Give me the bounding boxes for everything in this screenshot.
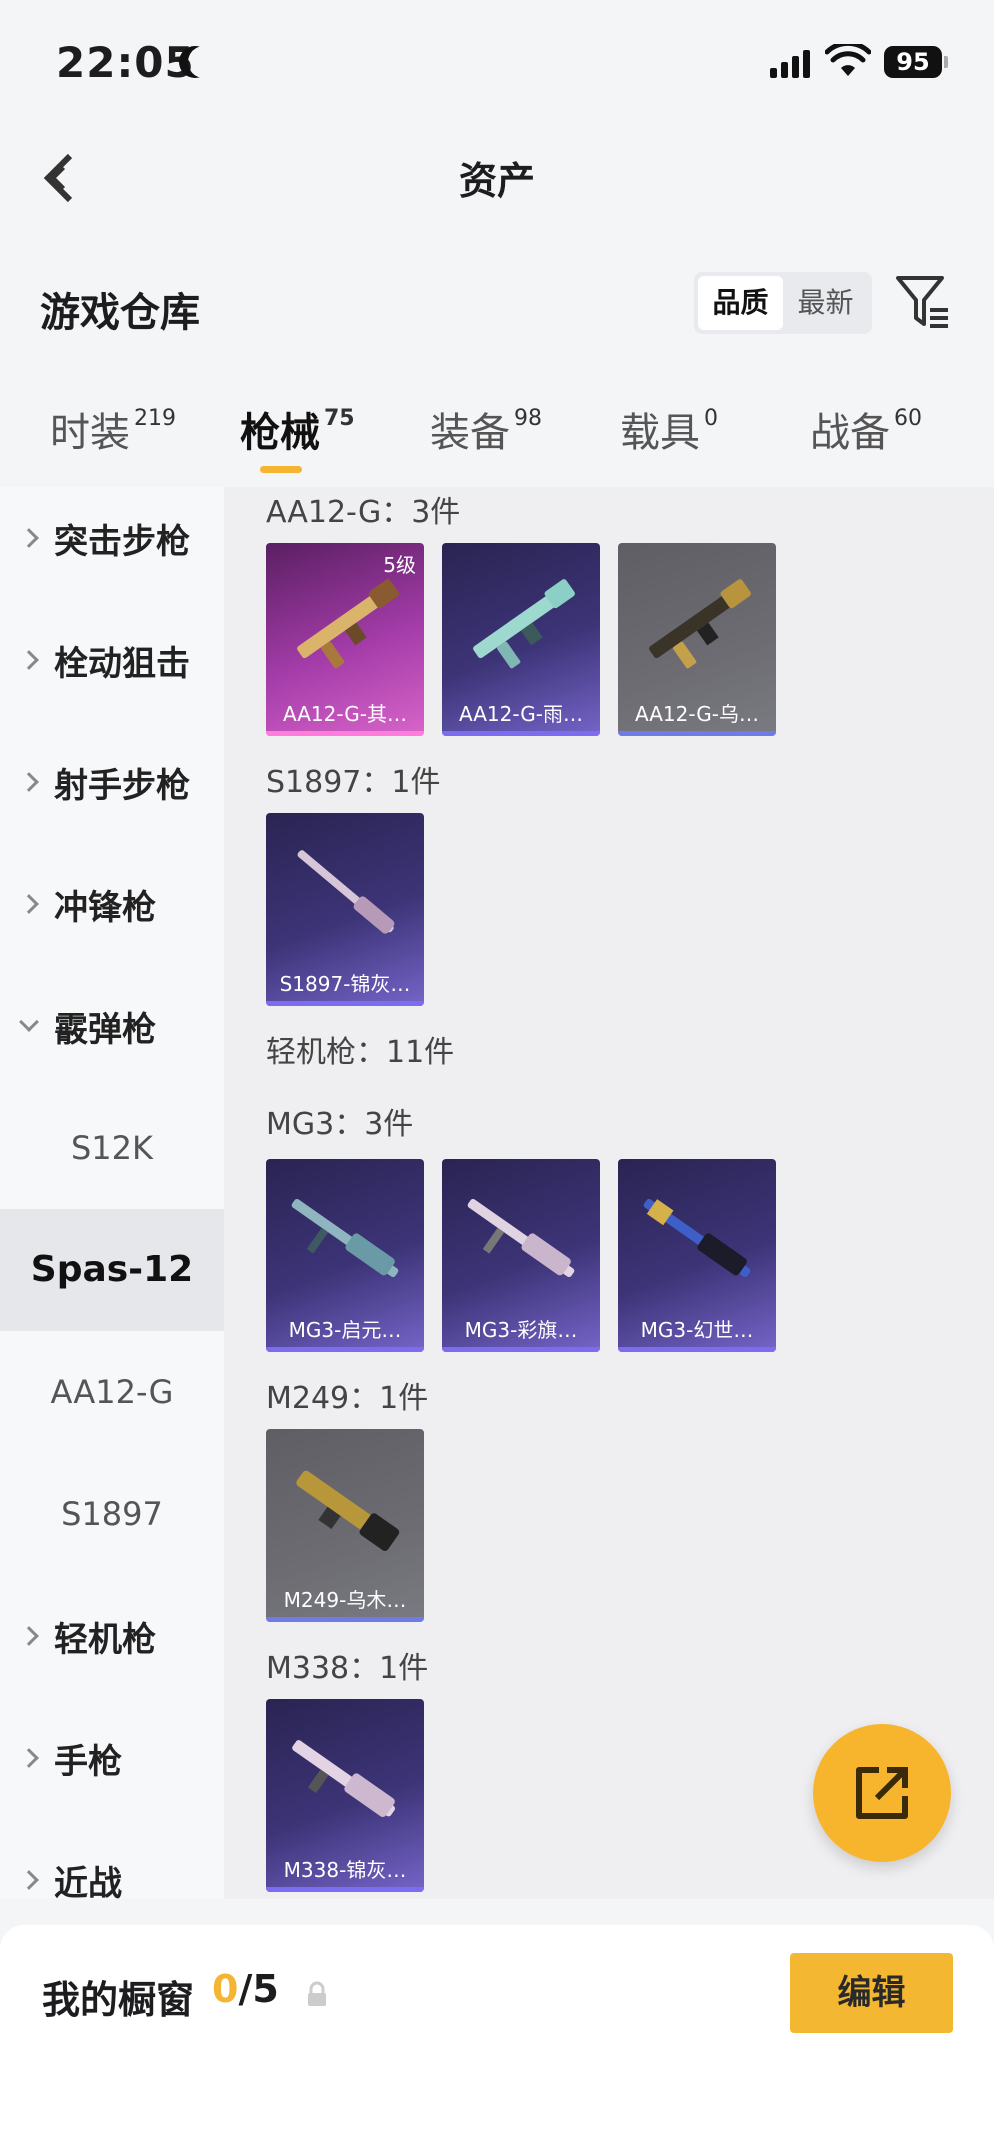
shotgun-skin-icon [297, 579, 399, 669]
battery-tip [944, 56, 948, 68]
sidebar-sub-spas12[interactable]: Spas-12 [0, 1209, 224, 1331]
machine-gun-skin-icon [467, 1198, 575, 1278]
chevron-right-icon [19, 894, 39, 914]
moon-icon [188, 46, 220, 78]
lock-icon [308, 1981, 326, 2006]
sidebar-item-shotgun[interactable]: 霰弹枪 [0, 965, 224, 1087]
chevron-right-icon [19, 528, 39, 548]
sidebar-item-lmg[interactable]: 轻机枪 [0, 1575, 224, 1697]
weapon-card[interactable]: MG3-启元… [266, 1159, 424, 1352]
chevron-down-icon [19, 1012, 39, 1032]
showcase-count: 0/5 [212, 1967, 279, 2011]
group-title-m249: M249：1件 [266, 1381, 429, 1416]
active-tab-indicator [260, 466, 302, 473]
weapon-card[interactable]: MG3-彩旗… [442, 1159, 600, 1352]
cellular-signal-icon [770, 48, 810, 78]
chevron-right-icon [19, 772, 39, 792]
machine-gun-skin-icon [292, 1740, 396, 1817]
sidebar-item-marksman-rifle[interactable]: 射手步枪 [0, 721, 224, 843]
edit-button[interactable]: 编辑 [790, 1953, 953, 2033]
chevron-right-icon [19, 1870, 39, 1890]
weapon-card[interactable]: M338-锦灰… [266, 1699, 424, 1892]
tab-equipment[interactable]: 装备 98 [430, 400, 542, 458]
sidebar-item-pistol[interactable]: 手枪 [0, 1697, 224, 1819]
sort-quality-button[interactable]: 品质 [698, 276, 783, 330]
shotgun-skin-icon [297, 850, 395, 934]
showcase-bar: 我的橱窗 0/5 编辑 [0, 1925, 994, 2152]
weapon-card[interactable]: S1897-锦灰… [266, 813, 424, 1006]
status-time: 22:05 [56, 38, 195, 87]
weapon-card[interactable]: AA12-G-雨… [442, 543, 600, 736]
sidebar-sub-aa12g[interactable]: AA12-G [0, 1331, 224, 1453]
battery-icon: 95 [884, 46, 942, 78]
sort-latest-button[interactable]: 最新 [783, 276, 868, 330]
machine-gun-skin-icon [643, 1198, 751, 1278]
share-icon [856, 1767, 908, 1819]
group-title-m338: M338：1件 [266, 1651, 429, 1686]
sort-toggle: 品质 最新 [694, 272, 872, 334]
wifi-icon [825, 44, 871, 76]
tab-supplies[interactable]: 战备 60 [810, 400, 922, 458]
sidebar-item-assault-rifle[interactable]: 突击步枪 [0, 487, 224, 599]
chevron-right-icon [19, 650, 39, 670]
shotgun-skin-icon [649, 579, 751, 669]
group-title-aa12g: AA12-G：3件 [266, 495, 461, 530]
page-title: 资产 [458, 159, 535, 203]
tab-vehicles[interactable]: 载具 0 [620, 400, 718, 458]
sidebar-sub-s12k[interactable]: S12K [0, 1087, 224, 1209]
sidebar-item-melee[interactable]: 近战 [0, 1819, 224, 1899]
weapon-card[interactable]: AA12-G-乌… [618, 543, 776, 736]
sidebar-sub-s1897[interactable]: S1897 [0, 1453, 224, 1575]
chevron-right-icon [19, 1626, 39, 1646]
weapon-card[interactable]: 5级 AA12-G-其… [266, 543, 424, 736]
chevron-right-icon [19, 1748, 39, 1768]
group-title-s1897: S1897：1件 [266, 765, 441, 800]
share-button[interactable] [813, 1724, 951, 1862]
warehouse-title: 游戏仓库 [40, 290, 200, 336]
sidebar-item-smg[interactable]: 冲锋枪 [0, 843, 224, 965]
status-bar: 22:05 95 [0, 0, 994, 125]
showcase-label: 我的橱窗 [42, 1978, 195, 2022]
group-title-mg3: MG3：3件 [266, 1107, 414, 1142]
machine-gun-skin-icon [291, 1198, 399, 1278]
group-title-lmg: 轻机枪：11件 [266, 1035, 455, 1070]
weapon-category-sidebar: 突击步枪 栓动狙击 射手步枪 冲锋枪 霰弹枪 S12K Spas-12 AA12… [0, 487, 224, 1899]
shotgun-skin-icon [473, 579, 575, 669]
weapon-list: AA12-G：3件 5级 AA12-G-其… AA12-G-雨… AA12-G-… [224, 487, 994, 1899]
tab-fashion[interactable]: 时装 219 [50, 400, 176, 458]
category-tabs: 时装 219 枪械 75 装备 98 载具 0 战备 60 [0, 400, 994, 480]
weapon-card[interactable]: M249-乌木… [266, 1429, 424, 1622]
weapon-card[interactable]: MG3-幻世… [618, 1159, 776, 1352]
tab-firearms[interactable]: 枪械 75 [240, 400, 355, 458]
machine-gun-skin-icon [296, 1470, 400, 1551]
filter-icon[interactable] [894, 274, 952, 330]
sidebar-item-bolt-sniper[interactable]: 栓动狙击 [0, 599, 224, 721]
